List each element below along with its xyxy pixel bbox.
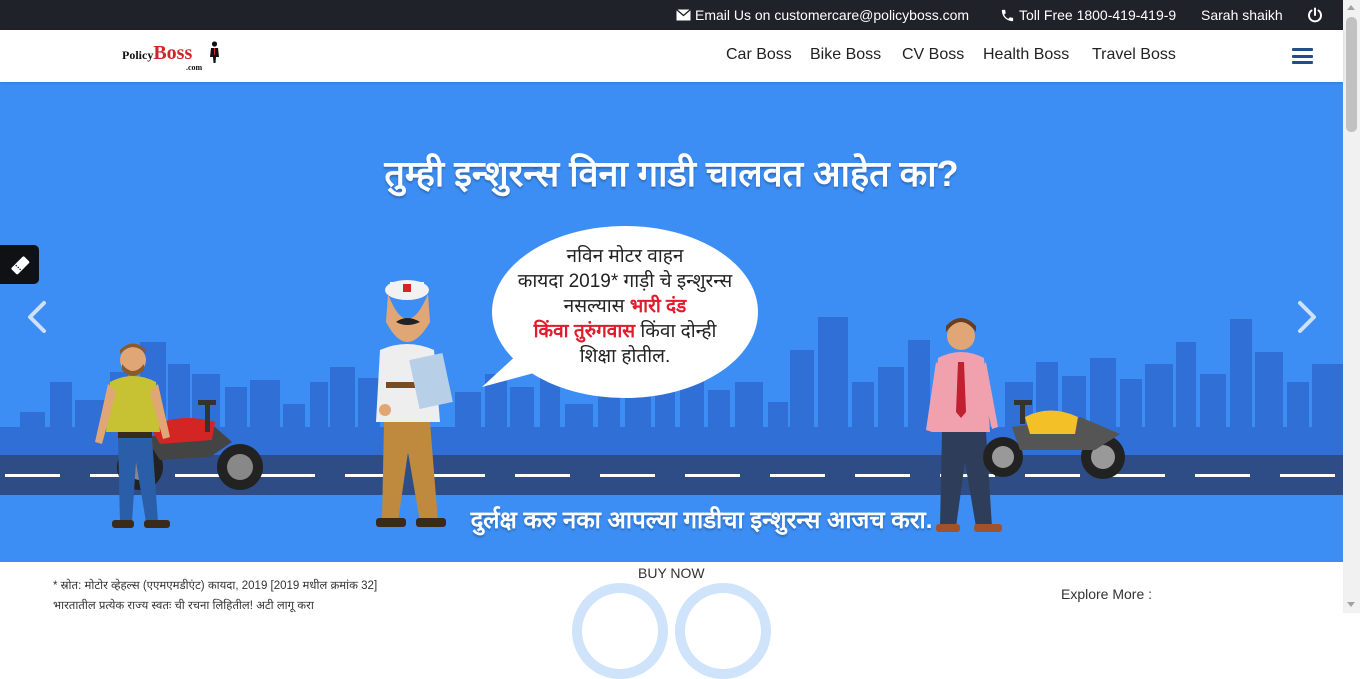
logout-button[interactable] xyxy=(1307,7,1323,23)
envelope-icon xyxy=(676,9,691,21)
tollfree-contact[interactable]: Toll Free 1800-419-419-9 xyxy=(1000,7,1176,23)
bubble-line-3: नसल्यास भारी दंड xyxy=(563,296,687,317)
bubble-line-2: कायदा 2019* गाड़ी चे इन्शुरन्स xyxy=(517,271,733,292)
email-contact[interactable]: Email Us on customercare@policyboss.com xyxy=(676,7,969,23)
bubble-line-1: नविन मोटर वाहन xyxy=(566,246,684,267)
hero-tagline: दुर्लक्ष करु नका आपल्या गाडीचा इन्शुरन्स… xyxy=(470,507,933,534)
power-icon xyxy=(1308,7,1322,23)
man-right-illustration xyxy=(926,318,1002,532)
jail-highlight: किंवा तुरुंगवास xyxy=(533,321,636,342)
buy-now-label: BUY NOW xyxy=(638,565,705,581)
main-navbar: PolicyBoss .com Car Boss Bike Boss CV Bo… xyxy=(0,30,1343,82)
bubble-line-5: शिक्षा होतील. xyxy=(579,346,671,367)
footnote-line-1: * स्रोत: मोटोर व्हेहल्स (एएमएमडीएंट) काय… xyxy=(53,580,378,592)
scrollbar-thumb[interactable] xyxy=(1346,17,1357,132)
policyboss-logo[interactable]: PolicyBoss .com xyxy=(122,41,219,72)
carousel-next-arrow-icon[interactable] xyxy=(1294,297,1320,337)
bubble-text: नविन मोटर वाहन कायदा 2019* गाड़ी चे इन्श… xyxy=(500,244,750,369)
scroll-down-icon[interactable] xyxy=(1347,602,1355,607)
user-name[interactable]: Sarah shaikh xyxy=(1201,7,1283,23)
explore-more-label: Explore More : xyxy=(1061,586,1153,602)
top-info-bar: Email Us on customercare@policyboss.com … xyxy=(0,0,1343,30)
nav-travel-boss[interactable]: Travel Boss xyxy=(1092,46,1176,64)
phone-icon xyxy=(1001,9,1014,21)
hero-headline: तुम्ही इन्शुरन्स विना गाडी चालवत आहेत का… xyxy=(384,153,959,194)
source-footnote: * स्रोत: मोटोर व्हेहल्स (एएमएमडीएंट) काय… xyxy=(53,576,377,616)
logo-figure-icon xyxy=(210,41,219,63)
penalty-highlight: भारी दंड xyxy=(629,296,687,317)
nav-car-boss[interactable]: Car Boss xyxy=(726,46,792,64)
tollfree-label: Toll Free 1800-419-419-9 xyxy=(1019,7,1177,23)
email-label: Email Us on customercare@policyboss.com xyxy=(695,7,970,23)
carousel-prev-arrow-icon[interactable] xyxy=(24,297,50,337)
nav-health-boss[interactable]: Health Boss xyxy=(983,46,1069,64)
side-ticket-tab[interactable] xyxy=(0,245,39,284)
nav-cv-boss[interactable]: CV Boss xyxy=(902,46,964,64)
hero-banner: तुम्ही इन्शुरन्स विना गाडी चालवत आहेत का… xyxy=(0,82,1343,562)
hamburger-icon[interactable] xyxy=(1292,48,1313,64)
scroll-up-icon[interactable] xyxy=(1347,5,1355,10)
buy-bike-button[interactable] xyxy=(572,583,668,679)
ticket-icon xyxy=(10,255,29,274)
buy-car-button[interactable] xyxy=(675,583,771,679)
buy-car-icon xyxy=(685,593,761,669)
page-scrollbar[interactable] xyxy=(1343,0,1360,613)
nav-bike-boss[interactable]: Bike Boss xyxy=(810,46,881,64)
buy-bike-icon xyxy=(582,593,658,669)
bubble-line-4: किंवा तुरुंगवास किंवा दोन्ही xyxy=(533,321,717,342)
footnote-line-2: भारतातील प्रत्येक राज्य स्वतः ची रचना लि… xyxy=(53,600,314,612)
user-name-label: Sarah shaikh xyxy=(1201,7,1283,23)
